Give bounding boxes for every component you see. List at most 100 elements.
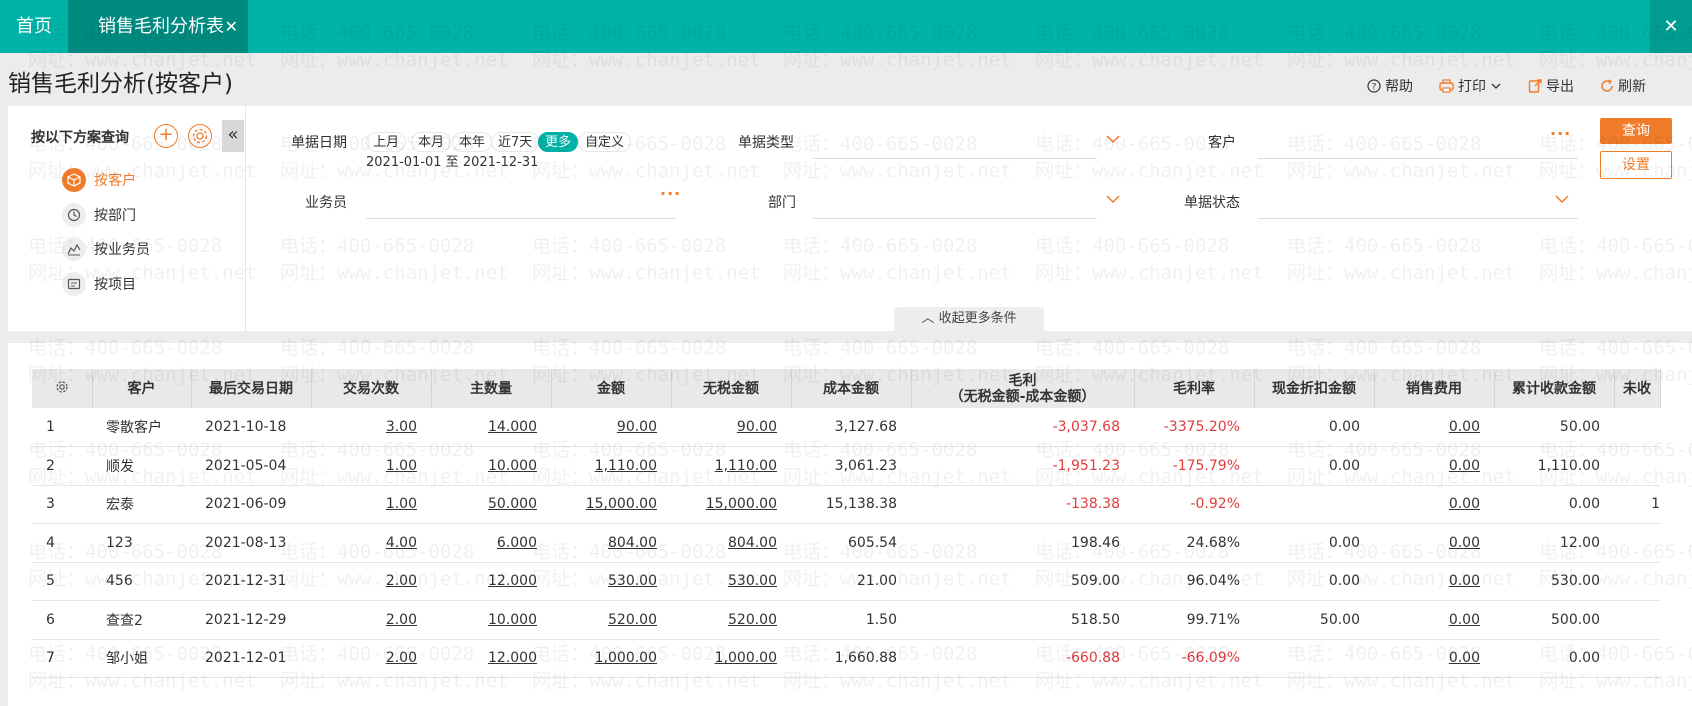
table-cell[interactable]: 530.00 xyxy=(671,562,791,601)
table-cell[interactable]: 1.00 xyxy=(311,485,431,524)
drilldown-link[interactable]: 6.000 xyxy=(497,535,537,551)
table-cell[interactable]: 90.00 xyxy=(551,408,671,447)
scheme-settings-icon[interactable] xyxy=(188,124,212,148)
drilldown-link[interactable]: 0.00 xyxy=(1449,573,1480,589)
date-option-custom[interactable]: 自定义 xyxy=(578,132,632,152)
col-header-received[interactable]: 累计收款金额 xyxy=(1494,369,1615,408)
drilldown-link[interactable]: 804.00 xyxy=(608,535,657,551)
table-cell[interactable]: 50.000 xyxy=(431,485,551,524)
drilldown-link[interactable]: 1,110.00 xyxy=(595,458,657,474)
table-cell[interactable]: 15,000.00 xyxy=(671,485,791,524)
table-cell[interactable]: 1,110.00 xyxy=(671,446,791,486)
column-settings-icon[interactable] xyxy=(32,369,93,408)
export-button[interactable]: 导出 xyxy=(1528,76,1574,96)
drilldown-link[interactable]: 3.00 xyxy=(386,419,417,435)
col-header-last-date[interactable]: 最后交易日期 xyxy=(191,369,312,408)
salesman-input[interactable] xyxy=(366,218,676,219)
table-cell[interactable]: 3.00 xyxy=(311,408,431,447)
date-option-last-7-days[interactable]: 近7天 xyxy=(491,132,540,152)
table-cell[interactable]: 4.00 xyxy=(311,523,431,563)
table-cell[interactable]: 1.00 xyxy=(311,446,431,486)
col-header-quantity[interactable]: 主数量 xyxy=(431,369,552,408)
more-dots-icon[interactable]: ··· xyxy=(1550,124,1571,143)
table-row[interactable]: 1 零散客户 2021-10-18 3.00 14.000 90.00 90.00 3,127… xyxy=(32,408,1660,447)
tab-close-icon[interactable]: ✕ xyxy=(225,0,238,53)
table-cell[interactable]: 1,000.00 xyxy=(551,639,671,678)
table-row[interactable]: 5 456 2021-12-31 2.00 12.000 530.00 530.00 21.0… xyxy=(32,562,1660,601)
refresh-button[interactable]: 刷新 xyxy=(1600,76,1646,96)
drilldown-link[interactable]: 520.00 xyxy=(608,612,657,628)
date-option-this-year[interactable]: 本年 xyxy=(452,132,493,152)
drilldown-link[interactable]: 0.00 xyxy=(1449,419,1480,435)
drilldown-link[interactable]: 2.00 xyxy=(386,612,417,628)
drilldown-link[interactable]: 804.00 xyxy=(728,535,777,551)
table-cell[interactable]: 1,110.00 xyxy=(551,446,671,486)
table-cell[interactable]: 1,000.00 xyxy=(671,639,791,678)
drilldown-link[interactable]: 1,000.00 xyxy=(595,650,657,666)
table-cell[interactable]: 0.00 xyxy=(1374,408,1494,447)
scheme-item-salesman[interactable]: 按业务员 xyxy=(62,236,150,262)
table-cell[interactable]: 530.00 xyxy=(551,562,671,601)
drilldown-link[interactable]: 0.00 xyxy=(1449,535,1480,551)
date-option-this-month[interactable]: 本月 xyxy=(411,132,452,152)
drilldown-link[interactable]: 0.00 xyxy=(1449,650,1480,666)
tab-sales-gross-profit[interactable]: 销售毛利分析表 ✕ xyxy=(68,0,248,53)
table-cell[interactable]: 10.000 xyxy=(431,600,551,640)
table-row[interactable]: 3 宏泰 2021-06-09 1.00 50.000 15,000.00 15,000.0… xyxy=(32,485,1660,524)
drilldown-link[interactable]: 50.000 xyxy=(488,496,537,512)
date-option-more[interactable]: 更多 xyxy=(538,132,579,152)
print-button[interactable]: 打印 xyxy=(1439,76,1502,96)
table-cell[interactable]: 0.00 xyxy=(1374,485,1494,524)
close-all-icon[interactable]: ✕ xyxy=(1650,0,1692,53)
drilldown-link[interactable]: 12.000 xyxy=(488,650,537,666)
scheme-item-project[interactable]: 按项目 xyxy=(62,271,136,297)
drilldown-link[interactable]: 0.00 xyxy=(1449,496,1480,512)
setting-button[interactable]: 设置 xyxy=(1600,151,1672,179)
help-button[interactable]: ? 帮助 xyxy=(1367,76,1413,96)
drilldown-link[interactable]: 530.00 xyxy=(728,573,777,589)
tab-home[interactable]: 首页 xyxy=(0,0,68,53)
date-option-last-month[interactable]: 上月 xyxy=(366,132,407,152)
drilldown-link[interactable]: 0.00 xyxy=(1449,458,1480,474)
col-header-amount[interactable]: 金额 xyxy=(551,369,672,408)
table-cell[interactable]: 2.00 xyxy=(311,600,431,640)
collapse-more-conditions[interactable]: ︿ 收起更多条件 xyxy=(894,307,1044,331)
table-cell[interactable]: 2.00 xyxy=(311,562,431,601)
drilldown-link[interactable]: 4.00 xyxy=(386,535,417,551)
col-header-tax-free-amount[interactable]: 无税金额 xyxy=(671,369,792,408)
chevron-down-icon[interactable] xyxy=(1554,192,1570,206)
scheme-item-department[interactable]: 按部门 xyxy=(62,202,136,228)
drilldown-link[interactable]: 1.00 xyxy=(386,496,417,512)
drilldown-link[interactable]: 90.00 xyxy=(617,419,657,435)
add-scheme-icon[interactable]: + xyxy=(154,124,178,148)
dept-select[interactable] xyxy=(813,218,1097,219)
drilldown-link[interactable]: 15,000.00 xyxy=(706,496,777,512)
table-cell[interactable]: 10.000 xyxy=(431,446,551,486)
drilldown-link[interactable]: 1,000.00 xyxy=(715,650,777,666)
table-cell[interactable]: 90.00 xyxy=(671,408,791,447)
table-cell[interactable]: 2.00 xyxy=(311,639,431,678)
drilldown-link[interactable]: 2.00 xyxy=(386,650,417,666)
drilldown-link[interactable]: 1.00 xyxy=(386,458,417,474)
drilldown-link[interactable]: 90.00 xyxy=(737,419,777,435)
table-cell[interactable]: 0.00 xyxy=(1374,600,1494,640)
drilldown-link[interactable]: 520.00 xyxy=(728,612,777,628)
col-header-trade-count[interactable]: 交易次数 xyxy=(311,369,432,408)
chevron-down-icon[interactable] xyxy=(1105,132,1121,146)
col-header-gross-profit[interactable]: 毛利 （无税金额-成本金额） xyxy=(911,369,1135,408)
table-cell[interactable]: 0.00 xyxy=(1374,639,1494,678)
drilldown-link[interactable]: 530.00 xyxy=(608,573,657,589)
drilldown-link[interactable]: 1,110.00 xyxy=(715,458,777,474)
table-cell[interactable]: 12.000 xyxy=(431,639,551,678)
table-cell[interactable]: 14.000 xyxy=(431,408,551,447)
table-cell[interactable]: 520.00 xyxy=(551,600,671,640)
table-cell[interactable]: 804.00 xyxy=(671,523,791,563)
table-cell[interactable]: 6.000 xyxy=(431,523,551,563)
col-header-unreceived[interactable]: 未收 xyxy=(1614,369,1661,408)
table-cell[interactable]: 15,000.00 xyxy=(551,485,671,524)
drilldown-link[interactable]: 2.00 xyxy=(386,573,417,589)
drilldown-link[interactable]: 10.000 xyxy=(488,612,537,628)
collapse-sidebar-icon[interactable]: « xyxy=(222,120,244,152)
table-cell[interactable]: 0.00 xyxy=(1374,562,1494,601)
drilldown-link[interactable]: 0.00 xyxy=(1449,612,1480,628)
